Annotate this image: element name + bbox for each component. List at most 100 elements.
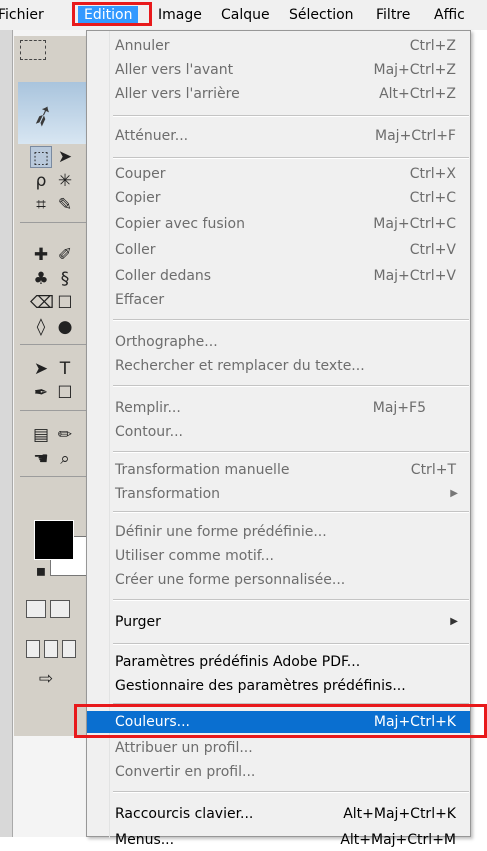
- standard-mode-icon[interactable]: [26, 600, 46, 618]
- healing-brush-icon[interactable]: ✚: [30, 244, 52, 266]
- menu-item-contour[interactable]: Contour...: [87, 421, 470, 443]
- menu-item-label: Paramètres prédéfinis Adobe PDF...: [115, 654, 361, 670]
- menu-image[interactable]: Image: [158, 6, 202, 24]
- menu-item-copier[interactable]: Copier Ctrl+C: [87, 187, 470, 209]
- menu-item-purger[interactable]: Purger ▶: [87, 611, 470, 633]
- brush-tool-icon[interactable]: ✐: [54, 244, 76, 266]
- menu-item-label: Aller vers l'arrière: [115, 86, 240, 102]
- menu-item-coller[interactable]: Coller Ctrl+V: [87, 239, 470, 261]
- path-selection-icon[interactable]: ➤: [30, 358, 52, 380]
- menu-item-label: Purger: [115, 614, 161, 630]
- zoom-tool-icon[interactable]: ⌕: [54, 448, 76, 470]
- menu-item-convertir-profil[interactable]: Convertir en profil...: [87, 761, 470, 783]
- menu-item-orthographe[interactable]: Orthographe...: [87, 331, 470, 353]
- default-colors-icon[interactable]: ◼: [30, 560, 52, 582]
- menu-item-label: Définir une forme prédéfinie...: [115, 524, 327, 540]
- menu-item-parametres-pdf[interactable]: Paramètres prédéfinis Adobe PDF...: [87, 651, 470, 673]
- window-left-edge: [0, 30, 13, 837]
- menu-item-gestionnaire-parametres[interactable]: Gestionnaire des paramètres prédéfinis..…: [87, 675, 470, 697]
- menu-affichage[interactable]: Affic: [434, 6, 465, 24]
- menu-item-rechercher-remplacer[interactable]: Rechercher et remplacer du texte...: [87, 355, 470, 377]
- menu-item-shortcut: Maj+F5: [372, 400, 426, 416]
- menu-item-coller-dedans[interactable]: Coller dedans Maj+Ctrl+V: [87, 265, 470, 287]
- toolbox-divider: [20, 344, 88, 345]
- menu-item-shortcut: Alt+Ctrl+Z: [379, 86, 456, 102]
- menu-item-effacer[interactable]: Effacer: [87, 289, 470, 311]
- menu-item-raccourcis-clavier[interactable]: Raccourcis clavier... Alt+Maj+Ctrl+K: [87, 803, 470, 825]
- menu-selection[interactable]: Sélection: [289, 6, 354, 24]
- menu-item-label: Coller dedans: [115, 268, 212, 284]
- pen-tool-icon[interactable]: ✒: [30, 382, 52, 404]
- hand-tool-icon[interactable]: ☚: [30, 448, 52, 470]
- marquee-options-icon[interactable]: [20, 40, 46, 60]
- menu-item-label: Transformation: [115, 486, 221, 502]
- eraser-tool-icon[interactable]: ⌫: [30, 292, 54, 314]
- menu-item-copier-avec-fusion[interactable]: Copier avec fusion Maj+Ctrl+C: [87, 213, 470, 235]
- menu-item-label: Gestionnaire des paramètres prédéfinis..…: [115, 678, 406, 694]
- menu-fichier[interactable]: Fichier: [0, 6, 44, 24]
- crop-tool-icon[interactable]: ⌗: [30, 194, 52, 216]
- menu-separator: [113, 451, 469, 453]
- menu-item-shortcut: Ctrl+V: [409, 242, 456, 258]
- magic-wand-icon[interactable]: ✳: [54, 170, 76, 192]
- dodge-tool-icon[interactable]: ●: [54, 316, 76, 338]
- menu-item-shortcut: Maj+Ctrl+C: [373, 216, 456, 232]
- slice-tool-icon[interactable]: ✎: [54, 194, 76, 216]
- marquee-tool-icon[interactable]: ⬚: [30, 146, 52, 168]
- eyedropper-icon[interactable]: ✏: [54, 424, 76, 446]
- feather-icon: ➶: [26, 95, 60, 135]
- type-tool-icon[interactable]: T: [54, 358, 76, 380]
- menu-item-label: Couper: [115, 166, 166, 182]
- menu-separator: [113, 115, 469, 117]
- menu-item-label: Utiliser comme motif...: [115, 548, 274, 564]
- menu-item-menus[interactable]: Menus... Alt+Maj+Ctrl+M: [87, 829, 470, 851]
- blur-tool-icon[interactable]: ◊: [30, 316, 52, 338]
- menu-item-remplir[interactable]: Remplir... Maj+F5: [87, 397, 470, 419]
- menu-item-creer-forme[interactable]: Créer une forme personnalisée...: [87, 569, 470, 591]
- menu-item-label: Coller: [115, 242, 156, 258]
- menu-item-label: Orthographe...: [115, 334, 218, 350]
- toolbox-header: ➶: [18, 82, 90, 144]
- menu-bar: Fichier Edition Image Calque Sélection F…: [0, 0, 487, 30]
- notes-tool-icon[interactable]: ▤: [30, 424, 52, 446]
- menu-item-label: Annuler: [115, 38, 170, 54]
- menu-item-shortcut: Alt+Maj+Ctrl+M: [340, 832, 456, 848]
- move-tool-icon[interactable]: ➤: [54, 146, 76, 168]
- menu-item-shortcut: Ctrl+X: [409, 166, 456, 182]
- menu-item-aller-vers-avant[interactable]: Aller vers l'avant Maj+Ctrl+Z: [87, 59, 470, 81]
- submenu-arrow-icon: ▶: [450, 616, 458, 627]
- gradient-tool-icon[interactable]: ☐: [54, 292, 76, 314]
- toolbox-divider: [20, 476, 88, 477]
- toolbox-divider: [20, 222, 88, 223]
- menu-separator: [113, 791, 469, 793]
- jump-to-imageready-icon[interactable]: ⇨: [26, 668, 66, 690]
- screen-mode-menu-icon[interactable]: [44, 640, 58, 658]
- stamp-tool-icon[interactable]: ♣: [30, 268, 52, 290]
- menu-item-aller-vers-arriere[interactable]: Aller vers l'arrière Alt+Ctrl+Z: [87, 83, 470, 105]
- lasso-tool-icon[interactable]: ρ: [30, 170, 52, 192]
- menu-item-transformation[interactable]: Transformation ▶: [87, 483, 470, 505]
- menu-item-definir-forme[interactable]: Définir une forme prédéfinie...: [87, 521, 470, 543]
- menu-item-utiliser-motif[interactable]: Utiliser comme motif...: [87, 545, 470, 567]
- quick-mask-icon[interactable]: [50, 600, 70, 618]
- menu-filtre[interactable]: Filtre: [376, 6, 410, 24]
- menu-item-label: Transformation manuelle: [115, 462, 290, 478]
- menu-item-label: Aller vers l'avant: [115, 62, 234, 78]
- foreground-color-swatch[interactable]: [34, 520, 74, 560]
- menu-item-transformation-manuelle[interactable]: Transformation manuelle Ctrl+T: [87, 459, 470, 481]
- menu-item-couper[interactable]: Couper Ctrl+X: [87, 163, 470, 185]
- shape-tool-icon[interactable]: ☐: [54, 382, 76, 404]
- menu-item-attenuer[interactable]: Atténuer... Maj+Ctrl+F: [87, 125, 470, 147]
- screen-mode-full-icon[interactable]: [62, 640, 76, 658]
- menu-item-label: Effacer: [115, 292, 165, 308]
- history-brush-icon[interactable]: §: [54, 268, 76, 290]
- menu-item-attribuer-profil[interactable]: Attribuer un profil...: [87, 737, 470, 759]
- submenu-arrow-icon: ▶: [450, 488, 458, 499]
- menu-item-annuler[interactable]: Annuler Ctrl+Z: [87, 35, 470, 57]
- menu-separator: [113, 599, 469, 601]
- menu-item-label: Rechercher et remplacer du texte...: [115, 358, 365, 374]
- menu-calque[interactable]: Calque: [221, 6, 270, 24]
- menu-item-label: Convertir en profil...: [115, 764, 256, 780]
- screen-mode-standard-icon[interactable]: [26, 640, 40, 658]
- menu-item-shortcut: Maj+Ctrl+V: [373, 268, 457, 284]
